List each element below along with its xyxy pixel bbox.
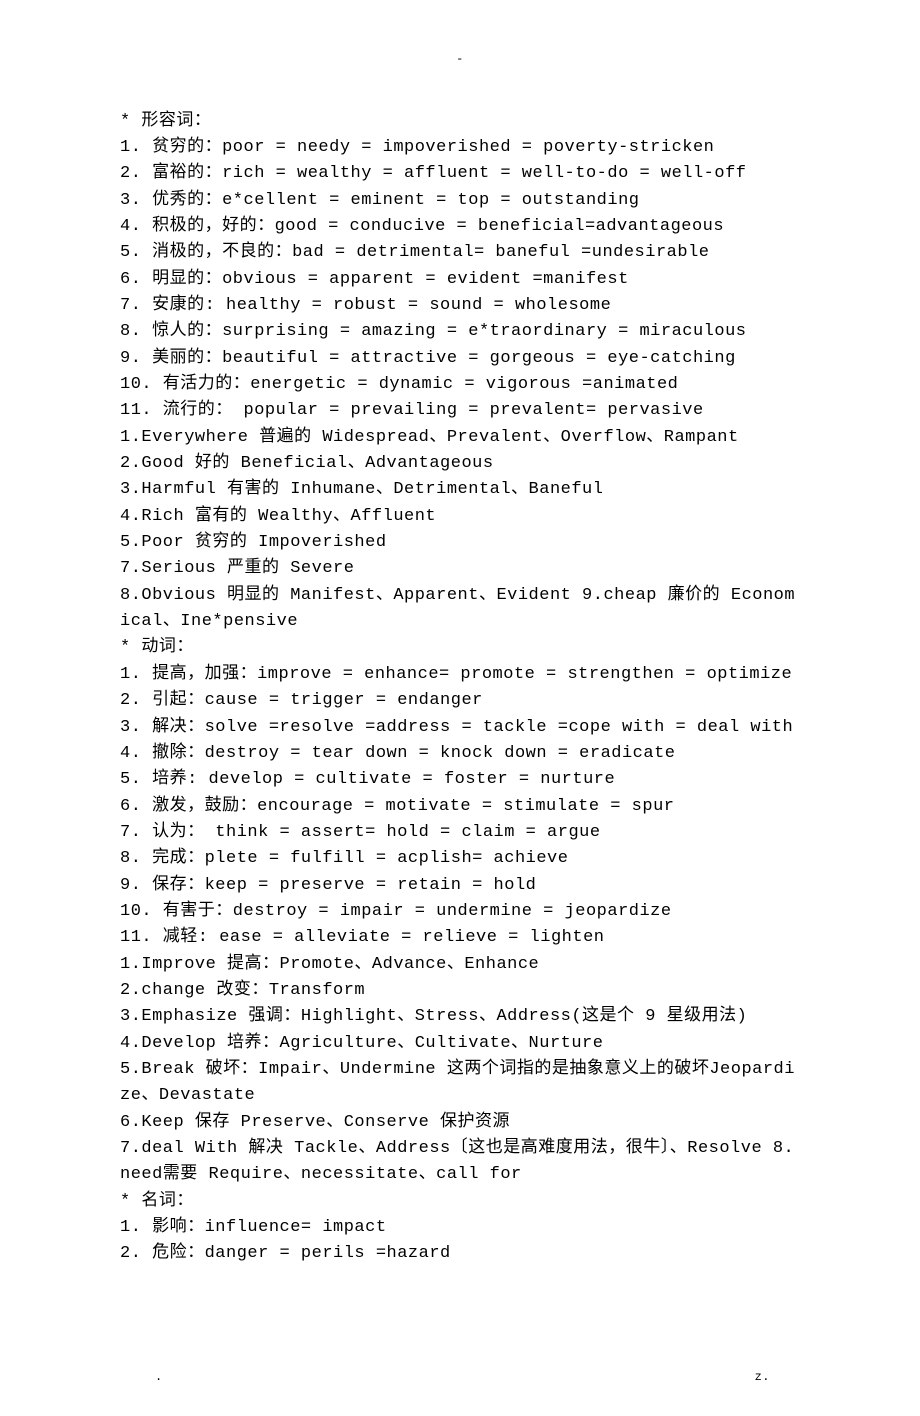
text-line: 3.Emphasize 强调：Highlight、Stress、Address(… [120,1004,800,1030]
text-line: 4.Rich 富有的 Wealthy、Affluent [120,504,800,530]
text-line: 10. 有害于：destroy = impair = undermine = j… [120,899,800,925]
text-line: * 形容词： [120,109,800,135]
text-line: 1. 提高，加强：improve = enhance= promote = st… [120,662,800,688]
text-line: 3.Harmful 有害的 Inhumane、Detrimental、Banef… [120,477,800,503]
text-line: 6.Keep 保存 Preserve、Conserve 保护资源 [120,1110,800,1136]
text-line: 1.Improve 提高：Promote、Advance、Enhance [120,952,800,978]
text-line: 6. 明显的：obvious = apparent = evident =man… [120,267,800,293]
text-line: 1. 贫穷的：poor = needy = impoverished = pov… [120,135,800,161]
text-line: 8. 惊人的：surprising = amazing = e*traordin… [120,319,800,345]
text-line: 2. 引起：cause = trigger = endanger [120,688,800,714]
footer-right: z. [755,1368,770,1387]
footer-left: . [155,1368,163,1387]
text-line: 3. 优秀的：e*cellent = eminent = top = outst… [120,188,800,214]
text-line: 9. 美丽的：beautiful = attractive = gorgeous… [120,346,800,372]
text-line: 2.Good 好的 Beneficial、Advantageous [120,451,800,477]
header-mark: - [120,50,800,69]
text-line: 3. 解决：solve =resolve =address = tackle =… [120,715,800,741]
text-line: 2. 危险：danger = perils =hazard [120,1241,800,1267]
text-line: * 动词： [120,635,800,661]
text-line: 11. 流行的： popular = prevailing = prevalen… [120,398,800,424]
text-line: 10. 有活力的：energetic = dynamic = vigorous … [120,372,800,398]
text-line: * 名词： [120,1189,800,1215]
text-line: 5.Break 破坏：Impair、Undermine 这两个词指的是抽象意义上… [120,1057,800,1110]
document-body: * 形容词：1. 贫穷的：poor = needy = impoverished… [120,109,800,1268]
text-line: 4. 积极的，好的：good = conducive = beneficial=… [120,214,800,240]
text-line: 6. 激发，鼓励：encourage = motivate = stimulat… [120,794,800,820]
text-line: 11. 减轻: ease = alleviate = relieve = lig… [120,925,800,951]
text-line: 4. 撤除：destroy = tear down = knock down =… [120,741,800,767]
text-line: 9. 保存：keep = preserve = retain = hold [120,873,800,899]
text-line: 7. 安康的: healthy = robust = sound = whole… [120,293,800,319]
text-line: 8. 完成：plete = fulfill = acplish= achieve [120,846,800,872]
text-line: 5.Poor 贫穷的 Impoverished [120,530,800,556]
text-line: 5. 消极的，不良的：bad = detrimental= baneful =u… [120,240,800,266]
text-line: 8.Obvious 明显的 Manifest、Apparent、Evident … [120,583,800,636]
text-line: 4.Develop 培养：Agriculture、Cultivate、Nurtu… [120,1031,800,1057]
text-line: 1.Everywhere 普遍的 Widespread、Prevalent、Ov… [120,425,800,451]
text-line: 2. 富裕的：rich = wealthy = affluent = well-… [120,161,800,187]
text-line: 7. 认为： think = assert= hold = claim = ar… [120,820,800,846]
text-line: 7.Serious 严重的 Severe [120,556,800,582]
text-line: 7.deal With 解决 Tackle、Address〔这也是高难度用法，很… [120,1136,800,1189]
text-line: 1. 影响：influence= impact [120,1215,800,1241]
text-line: 5. 培养: develop = cultivate = foster = nu… [120,767,800,793]
text-line: 2.change 改变：Transform [120,978,800,1004]
